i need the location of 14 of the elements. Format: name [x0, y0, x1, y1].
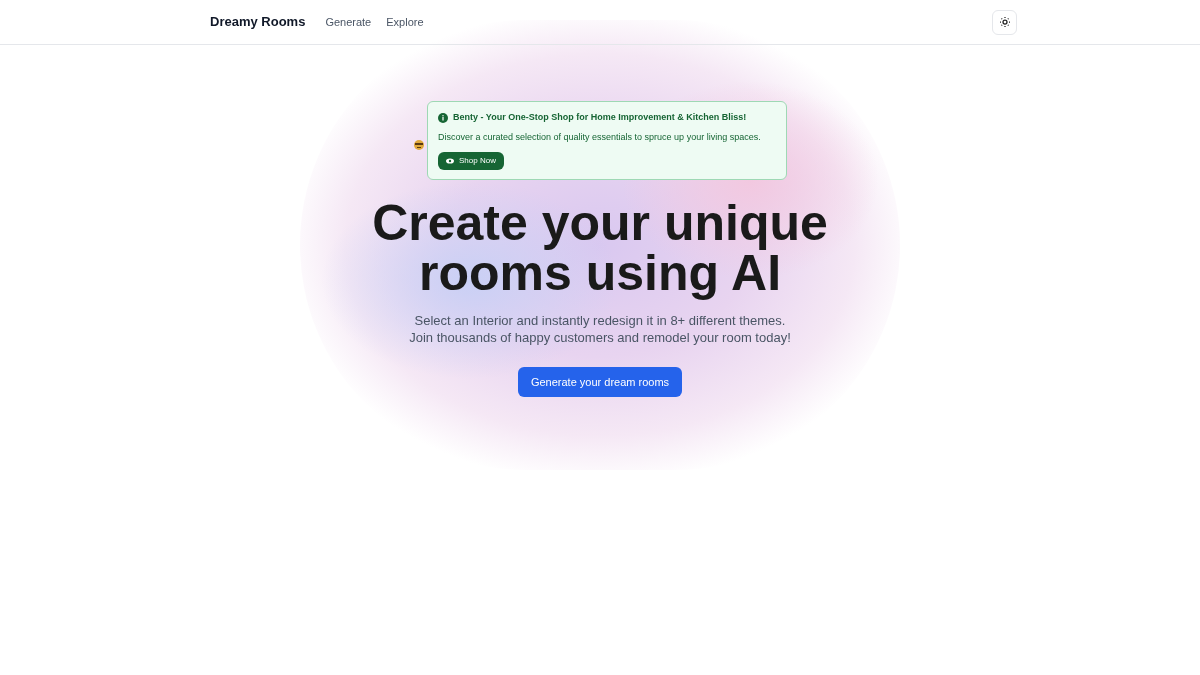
shop-now-button[interactable]: Shop Now [438, 152, 504, 170]
brand-name[interactable]: Dreamy Rooms [210, 12, 306, 32]
nav-link[interactable]: Explore [386, 13, 424, 31]
emoji-face-icon [413, 138, 425, 151]
info-icon [438, 112, 448, 123]
announcement-title: Benty - Your One-Stop Shop for Home Improvement & Kitchen Bliss! [453, 111, 747, 124]
announcement-text: Discover a curated selection of quality essentials to spruce up your living spaces. [438, 130, 762, 144]
theme-toggle-button[interactable] [992, 9, 1017, 35]
eye-icon [446, 157, 454, 165]
hero-heading: Create your unique rooms using AI [371, 198, 829, 298]
hero-subtitle: Select an Interior and instantly redesign it in 8+ different themes. Join thousands of happy customers and remodel your room today! [408, 312, 792, 346]
sun-icon [998, 16, 1011, 28]
nav-link[interactable]: Generate [325, 13, 372, 31]
generate-button[interactable]: Generate your dream rooms [518, 367, 682, 397]
